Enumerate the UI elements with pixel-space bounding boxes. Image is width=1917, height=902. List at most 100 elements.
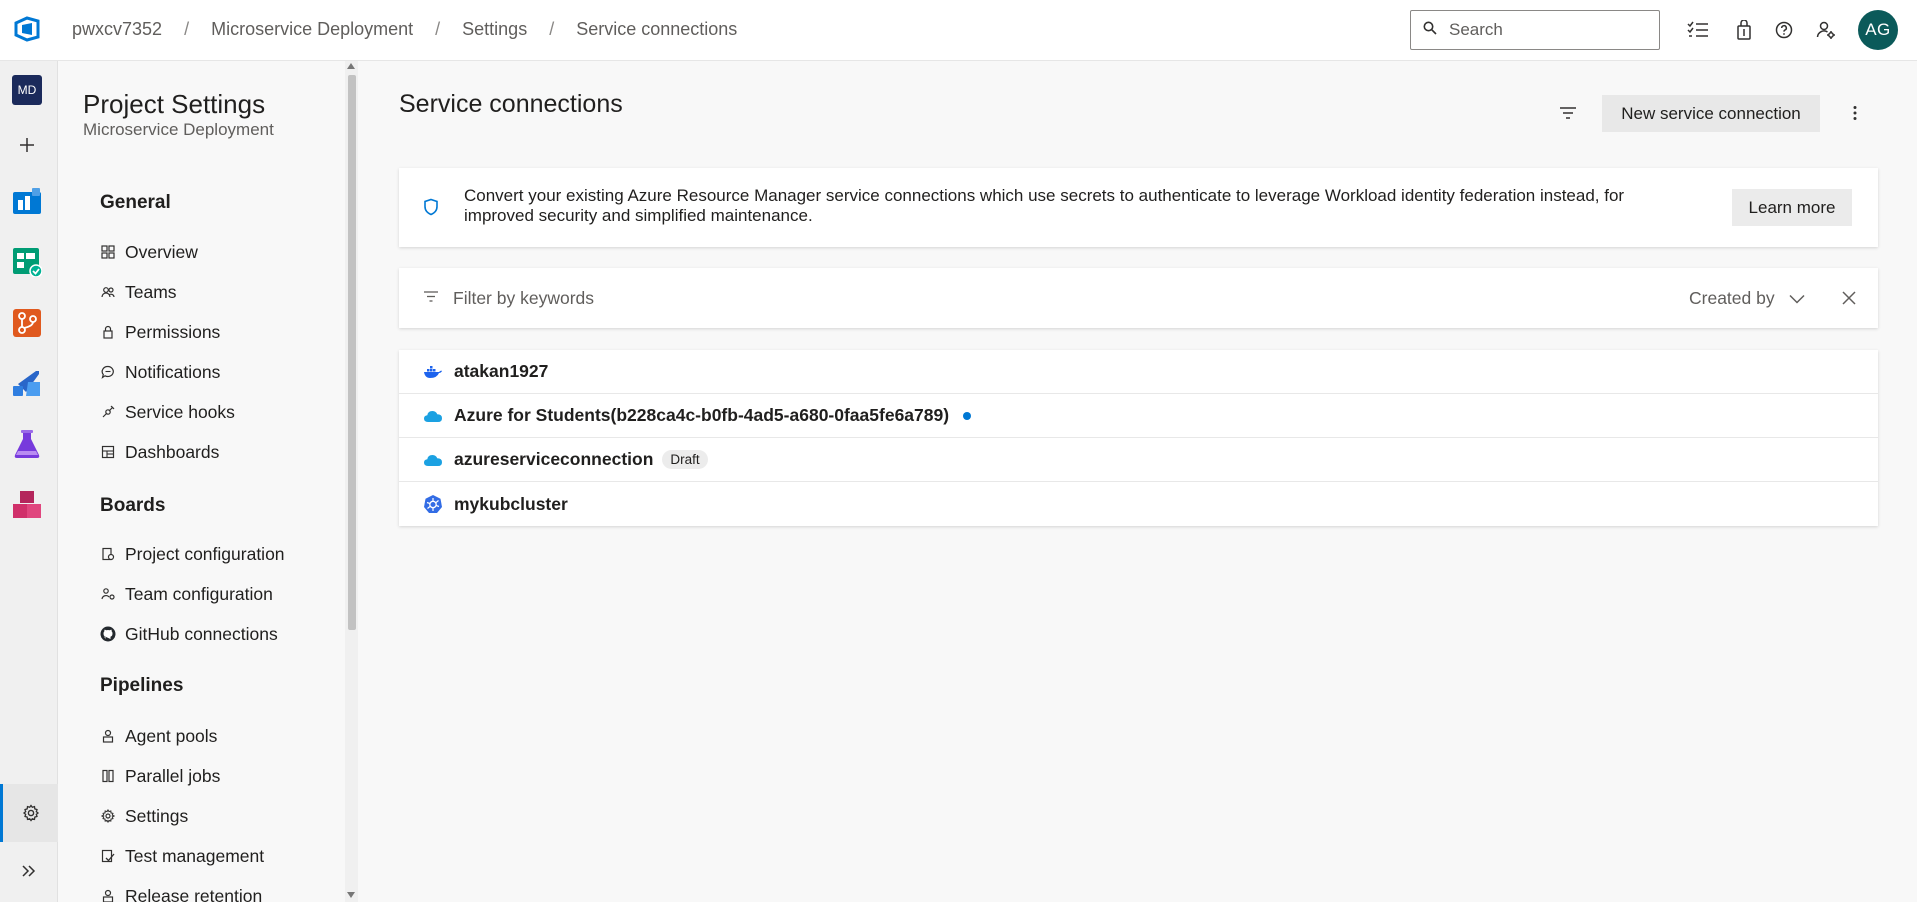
- nav-item-label: Agent pools: [125, 725, 218, 746]
- avatar[interactable]: AG: [1858, 10, 1898, 50]
- user-settings-icon[interactable]: [1814, 18, 1838, 42]
- overview-icon[interactable]: [11, 185, 43, 217]
- nav-item-teams[interactable]: Teams: [100, 279, 177, 305]
- nav-item-parallel-jobs[interactable]: Parallel jobs: [100, 763, 220, 789]
- filter-icon: [423, 290, 439, 308]
- shield-icon: [423, 198, 439, 221]
- nav-item-release-retention[interactable]: Release retention: [100, 883, 262, 902]
- lock-icon: [100, 324, 116, 340]
- breadcrumb: pwxcv7352 / Microservice Deployment / Se…: [72, 19, 737, 40]
- breadcrumb-project[interactable]: Microservice Deployment: [211, 19, 413, 40]
- nav-item-permissions[interactable]: Permissions: [100, 319, 220, 345]
- artifacts-icon[interactable]: [11, 489, 43, 521]
- connection-name: atakan1927: [454, 361, 549, 381]
- nav-item-label: GitHub connections: [125, 623, 278, 644]
- nav-item-overview[interactable]: Overview: [100, 239, 198, 265]
- project-badge[interactable]: MD: [12, 75, 42, 105]
- nav-item-pipeline-settings[interactable]: Settings: [100, 803, 188, 829]
- section-heading-boards: Boards: [100, 495, 166, 516]
- new-service-connection-button[interactable]: New service connection: [1602, 95, 1820, 132]
- add-icon[interactable]: [11, 129, 43, 161]
- docker-icon: [423, 362, 443, 382]
- service-connections-list: atakan1927 Azure for Students(b228ca4c-b…: [399, 350, 1878, 526]
- section-heading-pipelines: Pipelines: [100, 675, 184, 696]
- nav-item-agent-pools[interactable]: Agent pools: [100, 723, 217, 749]
- project-settings-nav: Project Settings Microservice Deployment…: [58, 61, 358, 902]
- nav-item-github-connections[interactable]: GitHub connections: [100, 621, 278, 647]
- search-input[interactable]: Search: [1410, 10, 1660, 50]
- github-icon: [100, 626, 116, 642]
- list-item[interactable]: mykubcluster: [399, 482, 1878, 526]
- nav-item-dashboards[interactable]: Dashboards: [100, 439, 219, 465]
- search-placeholder: Search: [1449, 20, 1503, 39]
- breadcrumb-separator: /: [549, 19, 555, 39]
- azure-devops-logo-icon[interactable]: [13, 15, 41, 43]
- nav-item-label: Test management: [125, 845, 265, 866]
- release-retention-icon: [100, 888, 116, 902]
- list-item[interactable]: azureserviceconnection Draft: [399, 438, 1878, 482]
- keyword-filter-bar[interactable]: Filter by keywords Created by: [399, 268, 1878, 328]
- left-rail: MD: [0, 61, 58, 902]
- nav-item-label: Team configuration: [125, 583, 273, 604]
- nav-item-label: Release retention: [125, 885, 263, 902]
- filter-keywords-input[interactable]: Filter by keywords: [453, 288, 594, 309]
- nav-item-service-hooks[interactable]: Service hooks: [100, 399, 235, 425]
- azure-cloud-icon: [423, 450, 443, 470]
- boards-icon[interactable]: [11, 246, 43, 278]
- workload-identity-banner: Convert your existing Azure Resource Man…: [399, 168, 1878, 247]
- nav-item-label: Teams: [125, 281, 177, 302]
- list-item[interactable]: atakan1927: [399, 350, 1878, 394]
- marketplace-bag-icon[interactable]: [1732, 18, 1756, 42]
- status-dot: [963, 411, 972, 420]
- nav-item-label: Parallel jobs: [125, 765, 221, 786]
- breadcrumb-settings[interactable]: Settings: [462, 19, 527, 40]
- scroll-thumb[interactable]: [348, 75, 356, 630]
- nav-item-label: Permissions: [125, 321, 221, 342]
- filter-icon[interactable]: [1555, 100, 1581, 126]
- created-by-label: Created by: [1689, 288, 1775, 308]
- scroll-down-arrow-icon[interactable]: [347, 892, 355, 898]
- repos-icon[interactable]: [11, 307, 43, 339]
- nav-item-project-configuration[interactable]: Project configuration: [100, 541, 285, 567]
- azure-cloud-icon: [423, 406, 443, 426]
- nav-item-label: Notifications: [125, 361, 221, 382]
- page-title: Service connections: [399, 90, 623, 118]
- teams-icon: [100, 284, 116, 300]
- draft-badge: Draft: [662, 450, 708, 469]
- connection-name: mykubcluster: [454, 493, 568, 514]
- chevron-down-icon: [1789, 294, 1805, 304]
- breadcrumb-organization[interactable]: pwxcv7352: [72, 19, 162, 40]
- test-plans-icon[interactable]: [11, 428, 43, 460]
- dashboard-icon: [100, 444, 116, 460]
- nav-item-label: Dashboards: [125, 441, 220, 462]
- expand-chevron-icon[interactable]: [0, 851, 58, 891]
- nav-item-label: Overview: [125, 241, 198, 262]
- pipelines-icon[interactable]: [11, 367, 43, 399]
- help-icon[interactable]: [1772, 18, 1796, 42]
- scroll-up-arrow-icon[interactable]: [347, 63, 355, 69]
- project-settings-gear-icon[interactable]: [0, 784, 58, 842]
- service-hooks-icon: [100, 404, 116, 420]
- search-icon: [1423, 21, 1437, 40]
- banner-message: Convert your existing Azure Resource Man…: [464, 186, 1625, 225]
- nav-item-team-configuration[interactable]: Team configuration: [100, 581, 273, 607]
- work-items-icon[interactable]: [1686, 18, 1710, 42]
- project-configuration-icon: [100, 546, 116, 562]
- parallel-jobs-icon: [100, 768, 116, 784]
- nav-item-label: Settings: [125, 805, 189, 826]
- agent-pools-icon: [100, 728, 116, 744]
- learn-more-button[interactable]: Learn more: [1732, 189, 1852, 226]
- close-filter-icon[interactable]: [1839, 288, 1859, 308]
- project-name-subtitle: Microservice Deployment: [83, 120, 274, 139]
- project-settings-title: Project Settings: [83, 89, 266, 119]
- created-by-dropdown[interactable]: Created by: [1689, 288, 1805, 309]
- breadcrumb-separator: /: [435, 19, 441, 39]
- nav-item-notifications[interactable]: Notifications: [100, 359, 220, 385]
- list-item[interactable]: Azure for Students(b228ca4c-b0fb-4ad5-a6…: [399, 394, 1878, 438]
- breadcrumb-service-connections[interactable]: Service connections: [576, 19, 737, 40]
- chat-bubble-icon: [100, 364, 116, 380]
- settings-nav-scrollbar[interactable]: [345, 61, 358, 902]
- team-configuration-icon: [100, 586, 116, 602]
- more-options-icon[interactable]: [1842, 100, 1868, 126]
- nav-item-test-management[interactable]: Test management: [100, 843, 264, 869]
